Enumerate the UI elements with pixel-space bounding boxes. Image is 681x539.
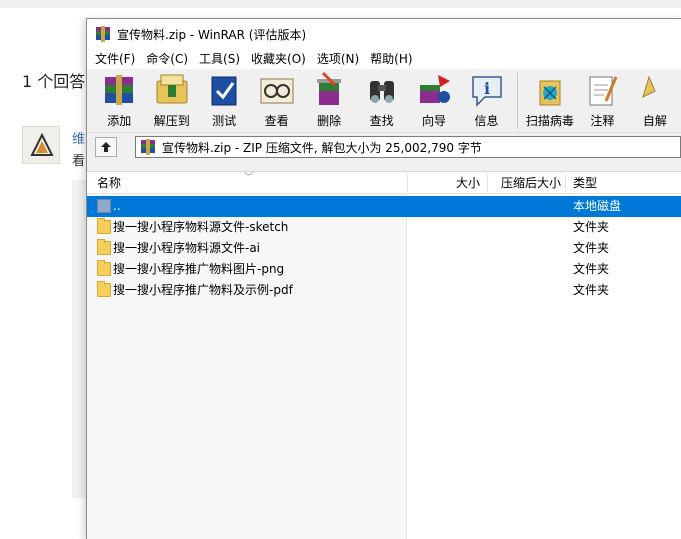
menu-file[interactable]: 文件(F) xyxy=(91,49,139,69)
file-type: 文件夹 xyxy=(573,262,610,276)
up-folder-button[interactable] xyxy=(95,137,117,157)
find-icon xyxy=(369,81,394,103)
view-label: 查看 xyxy=(264,114,289,128)
archive-path-text: 宣传物料.zip - ZIP 压缩文件, 解包大小为 25,002,790 字节 xyxy=(162,140,482,155)
column-name[interactable]: 名称 xyxy=(97,172,121,194)
folder-icon xyxy=(97,239,111,255)
window-title: 宣传物料.zip - WinRAR (评估版本) xyxy=(117,27,307,42)
answer-count: 1 个回答 xyxy=(22,72,86,91)
avatar-logo-icon xyxy=(30,132,54,156)
file-name: 搜一搜小程序物料源文件-ai xyxy=(113,241,261,255)
sort-indicator-icon: ﹀ xyxy=(244,173,254,183)
background-top-strip xyxy=(0,0,681,8)
menu-options[interactable]: 选项(N) xyxy=(313,49,363,69)
column-divider[interactable] xyxy=(407,174,408,192)
extract-to-label: 解压到 xyxy=(153,114,190,128)
folder-icon xyxy=(97,260,111,276)
avatar[interactable] xyxy=(22,126,60,164)
file-name: 搜一搜小程序推广物料及示例-pdf xyxy=(113,283,293,297)
delete-icon xyxy=(317,71,342,105)
menu-bar: 文件(F) 命令(C) 工具(S) 收藏夹(O) 选项(N) 帮助(H) xyxy=(87,49,681,69)
delete-button[interactable]: 删除 xyxy=(303,71,355,131)
title-bar[interactable]: 宣传物料.zip - WinRAR (评估版本) xyxy=(87,19,681,49)
sfx-icon xyxy=(642,75,656,98)
comment-icon xyxy=(589,76,618,106)
file-type: 文件夹 xyxy=(573,220,610,234)
virus-scan-label: 扫描病毒 xyxy=(525,114,574,128)
file-name: 搜一搜小程序物料源文件-sketch xyxy=(113,220,289,234)
extract-to-button[interactable]: 解压到 xyxy=(145,71,197,131)
add-label: 添加 xyxy=(107,114,132,128)
answer-snippet: 看 xyxy=(72,154,86,169)
wizard-icon xyxy=(420,75,451,103)
menu-help[interactable]: 帮助(H) xyxy=(366,49,416,69)
file-row[interactable]: 搜一搜小程序推广物料及示例-pdf 文件夹 xyxy=(87,280,681,301)
folder-icon xyxy=(97,281,111,297)
column-size[interactable]: 大小 xyxy=(456,172,480,194)
info-label: 信息 xyxy=(474,114,499,128)
info-button[interactable]: i 信息 xyxy=(460,71,512,131)
test-icon xyxy=(211,76,237,106)
wizard-label: 向导 xyxy=(422,114,447,128)
file-list-header: ﹀ 名称 大小 压缩后大小 类型 xyxy=(87,172,681,194)
comment-button[interactable]: 注释 xyxy=(576,71,628,131)
view-button[interactable]: 查看 xyxy=(250,71,302,131)
add-button[interactable]: 添加 xyxy=(93,71,145,131)
file-row-parent[interactable]: .. 本地磁盘 xyxy=(87,196,681,217)
folder-icon xyxy=(97,218,111,234)
file-type: 文件夹 xyxy=(573,241,610,255)
column-type[interactable]: 类型 xyxy=(573,172,597,194)
column-divider[interactable] xyxy=(487,174,488,192)
file-row[interactable]: 搜一搜小程序推广物料图片-png 文件夹 xyxy=(87,259,681,280)
extract-to-icon xyxy=(156,74,188,104)
add-archive-icon xyxy=(105,75,134,105)
column-packed-size[interactable]: 压缩后大小 xyxy=(501,172,561,194)
menu-commands[interactable]: 命令(C) xyxy=(142,49,192,69)
view-icon xyxy=(260,78,294,104)
file-row[interactable]: 搜一搜小程序物料源文件-ai 文件夹 xyxy=(87,238,681,259)
info-icon: i xyxy=(471,76,502,107)
file-name: 搜一搜小程序推广物料图片-png xyxy=(113,262,285,276)
parent-folder-icon xyxy=(97,199,111,213)
toolbar-separator xyxy=(516,73,518,129)
find-label: 查找 xyxy=(369,114,394,128)
menu-tools[interactable]: 工具(S) xyxy=(195,49,244,69)
address-bar: 宣传物料.zip - ZIP 压缩文件, 解包大小为 25,002,790 字节 xyxy=(87,133,681,161)
file-type: 本地磁盘 xyxy=(573,199,622,213)
file-row[interactable]: 搜一搜小程序物料源文件-sketch 文件夹 xyxy=(87,217,681,238)
wizard-button[interactable]: 向导 xyxy=(408,71,460,131)
file-name: .. xyxy=(113,199,121,213)
find-button[interactable]: 查找 xyxy=(355,71,407,131)
user-name-link[interactable]: 维 xyxy=(72,128,85,147)
winrar-window: 宣传物料.zip - WinRAR (评估版本) 文件(F) 命令(C) 工具(… xyxy=(86,18,681,539)
menu-favorites[interactable]: 收藏夹(O) xyxy=(247,49,310,69)
sfx-label: 自解 xyxy=(642,114,667,128)
file-type: 文件夹 xyxy=(573,283,610,297)
svg-text:i: i xyxy=(483,79,489,98)
test-label: 测试 xyxy=(212,114,237,128)
sfx-button[interactable]: 自解 xyxy=(629,71,681,131)
virus-scan-button[interactable]: 扫描病毒 xyxy=(524,71,576,131)
test-button[interactable]: 测试 xyxy=(198,71,250,131)
file-list[interactable]: ﹀ 名称 大小 压缩后大小 类型 .. 本地磁盘 搜一搜小程序物料源文件-ske… xyxy=(87,171,681,539)
comment-label: 注释 xyxy=(590,114,615,128)
virus-scan-icon xyxy=(539,80,561,106)
winrar-app-icon xyxy=(96,26,110,42)
delete-label: 删除 xyxy=(317,114,342,128)
archive-path-field[interactable]: 宣传物料.zip - ZIP 压缩文件, 解包大小为 25,002,790 字节 xyxy=(135,136,681,158)
toolbar: 添加 解压到 测试 查看 删除 查找 向导 i 信息 扫描病毒 注释 自解 xyxy=(87,69,681,133)
up-arrow-icon xyxy=(101,142,111,152)
column-divider[interactable] xyxy=(565,174,566,192)
archive-icon xyxy=(141,139,155,155)
